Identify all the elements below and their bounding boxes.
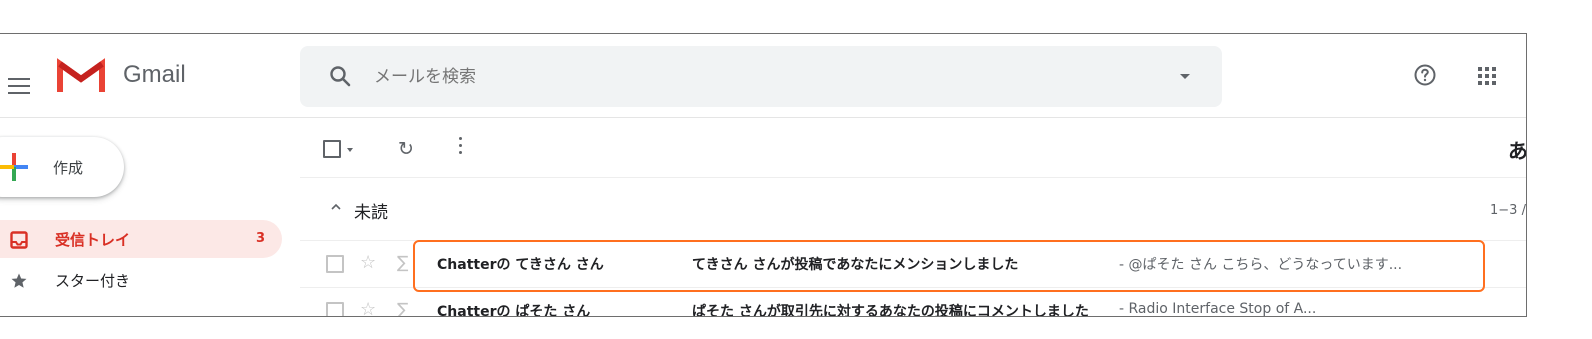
star-icon[interactable]: ☆	[360, 252, 376, 273]
compose-plus-icon	[0, 153, 28, 181]
star-icon	[11, 273, 27, 288]
email-subject: てきさん さんが投稿であなたにメンションしました	[692, 257, 1019, 273]
section-range: 1−3 /	[1490, 203, 1526, 218]
sidebar-item-label: 受信トレイ	[55, 231, 131, 249]
important-marker-icon[interactable]: ∑	[397, 300, 408, 316]
email-subject: ぱそた さんが取引先に対するあなたの投稿にコメントしました	[692, 304, 1089, 317]
inbox-icon	[10, 231, 28, 249]
refresh-icon[interactable]: ↻	[398, 138, 414, 160]
search-bar[interactable]	[300, 46, 1222, 107]
search-options-dropdown-icon[interactable]	[1180, 74, 1190, 79]
main-menu-icon[interactable]	[8, 78, 30, 96]
more-options-icon[interactable]	[459, 137, 463, 157]
email-row[interactable]: ☆ ∑ Chatterの ぱそた さん ぱそた さんが取引先に対するあなたの投稿…	[300, 287, 1526, 317]
email-checkbox[interactable]	[326, 302, 344, 316]
gmail-window: Gmail 作成 受信トレイ 3	[0, 33, 1527, 317]
search-icon[interactable]	[328, 64, 352, 88]
header-divider	[0, 117, 1526, 118]
email-snippet: - @ぱそた さん こちら、どうなっています...	[1119, 257, 1403, 273]
section-title[interactable]: 未読	[354, 198, 388, 223]
compose-button[interactable]: 作成	[0, 137, 124, 197]
search-input[interactable]	[372, 60, 1136, 94]
sidebar-item-starred[interactable]: スター付き	[0, 261, 282, 299]
email-sender: Chatterの ぱそた さん	[437, 304, 591, 317]
email-snippet: - Radio Interface Stop of A...	[1119, 301, 1317, 317]
select-all-checkbox[interactable]	[323, 140, 341, 158]
google-apps-icon[interactable]	[1478, 67, 1496, 85]
select-dropdown-icon[interactable]	[347, 148, 353, 152]
compose-label: 作成	[53, 159, 84, 177]
gmail-logo-icon[interactable]	[57, 57, 105, 93]
email-row[interactable]: ☆ ∑ Chatterの てきさん さん てきさん さんが投稿であなたにメンショ…	[300, 240, 1526, 287]
help-icon[interactable]	[1413, 63, 1437, 87]
star-icon[interactable]: ☆	[360, 299, 376, 316]
email-checkbox[interactable]	[326, 255, 344, 273]
sidebar-item-label: スター付き	[55, 272, 131, 290]
toolbar-divider	[300, 177, 1526, 178]
sidebar-item-inbox[interactable]: 受信トレイ 3	[0, 220, 282, 258]
email-sender: Chatterの てきさん さん	[437, 257, 604, 273]
app-name: Gmail	[123, 61, 186, 88]
collapse-section-icon[interactable]	[330, 201, 342, 213]
important-marker-icon[interactable]: ∑	[397, 253, 408, 273]
toolbar-right-text: あ	[1508, 139, 1527, 163]
inbox-unread-count: 3	[256, 231, 266, 246]
